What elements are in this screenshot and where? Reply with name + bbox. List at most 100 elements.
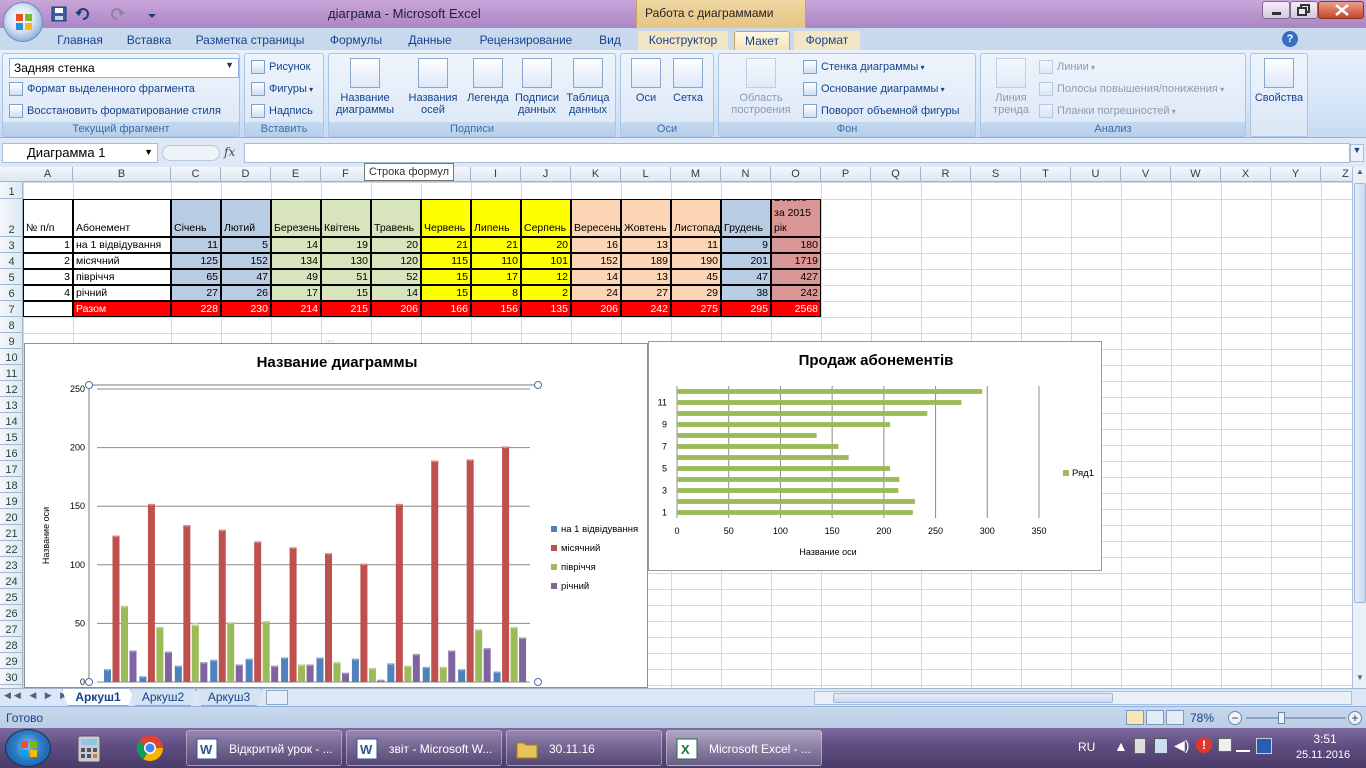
column-header-V[interactable]: V [1121,167,1171,182]
column-header-Q[interactable]: Q [871,167,921,182]
row-header-7[interactable]: 7 [0,301,23,317]
insert-function-button[interactable]: fx [224,145,235,159]
table-cell[interactable]: місячний [73,253,171,269]
total-header[interactable]: Всього за 2015 рік [771,199,821,237]
table-cell[interactable]: 19 [321,237,371,253]
help-icon[interactable]: ? [1282,31,1298,47]
gridlines-button[interactable]: Сетка [667,58,709,104]
chart-wall-button[interactable]: Стенка диаграммы ▾ [801,58,925,76]
table-cell[interactable]: 130 [321,253,371,269]
table-cell[interactable]: 51 [321,269,371,285]
table-header-cell[interactable]: Лютий [221,199,271,237]
customize-qat-icon[interactable] [146,5,164,23]
sheet-tab-1[interactable]: Аркуш1 [62,689,134,706]
redo-icon[interactable] [108,5,126,23]
table-header-cell[interactable]: Квітень [321,199,371,237]
table-header-cell[interactable]: № п/п [23,199,73,237]
table-cell[interactable]: 14 [271,237,321,253]
row-header-9[interactable]: 9 [0,333,23,349]
row-header-6[interactable]: 6 [0,285,23,301]
name-box[interactable]: Диаграмма 1 ▼ [2,143,158,163]
lines-button[interactable]: Линии ▾ [1037,58,1095,76]
undo-icon[interactable] [74,5,92,23]
vertical-scroll-thumb[interactable] [1354,183,1366,603]
format-selection-button[interactable]: Формат выделенного фрагмента [7,80,195,98]
restore-button[interactable] [1290,1,1318,19]
table-cell[interactable]: 14 [571,269,621,285]
signal-icon[interactable] [1236,738,1250,752]
insert-shapes-button[interactable]: Фигуры ▾ [249,80,313,98]
start-button[interactable] [5,729,51,767]
column-header-S[interactable]: S [971,167,1021,182]
axes-button[interactable]: Оси [625,58,667,104]
chart-subscription-sales[interactable]: Продаж абонементів 0 50 100 150 200 250 300 350… [648,341,1102,571]
row-header-4[interactable]: 4 [0,253,23,269]
row-header-22[interactable]: 22 [0,541,23,557]
column-header-L[interactable]: L [621,167,671,182]
table-cell[interactable]: 26 [221,285,271,301]
sum-row-cell[interactable] [23,301,73,317]
table-cell[interactable]: 2 [23,253,73,269]
row-header-23[interactable]: 23 [0,557,23,573]
sum-row-cell[interactable]: 206 [571,301,621,317]
sum-row-cell[interactable]: 206 [371,301,421,317]
table-header-cell[interactable]: Вересень [571,199,621,237]
column-header-W[interactable]: W [1171,167,1221,182]
table-cell[interactable]: 27 [171,285,221,301]
table-cell[interactable]: 24 [571,285,621,301]
chevron-down-icon[interactable]: ▼ [144,147,153,157]
legend-button[interactable]: Легенда [463,58,513,104]
keyboard-icon[interactable] [1256,738,1272,754]
row-header-12[interactable]: 12 [0,381,23,397]
row-header-1[interactable]: 1 [0,182,23,199]
column-header-J[interactable]: J [521,167,571,182]
table-cell[interactable]: 110 [471,253,521,269]
table-cell[interactable]: 16 [571,237,621,253]
table-cell[interactable]: 242 [771,285,821,301]
tab-design[interactable]: Конструктор [638,31,728,50]
table-cell[interactable]: 15 [421,285,471,301]
zoom-out-icon[interactable]: − [1228,711,1242,725]
normal-view-icon[interactable] [1126,710,1144,725]
table-header-cell[interactable]: Липень [471,199,521,237]
table-cell[interactable]: 201 [721,253,771,269]
row-header-19[interactable]: 19 [0,493,23,509]
tab-review[interactable]: Рецензирование [472,31,580,50]
sum-row-cell[interactable]: 135 [521,301,571,317]
table-cell[interactable]: 14 [371,285,421,301]
table-header-cell[interactable]: Жовтень [621,199,671,237]
data-table-button[interactable]: Таблица данных [563,58,613,116]
expand-formula-bar-button[interactable]: ▼ [1350,144,1364,162]
alert-icon[interactable]: ! [1196,737,1212,753]
zoom-slider-track[interactable] [1246,717,1346,719]
row-header-13[interactable]: 13 [0,397,23,413]
horizontal-scroll-thumb[interactable] [833,693,1113,703]
volume-icon[interactable]: ◀) [1174,737,1189,754]
data-labels-button[interactable]: Подписи данных [511,58,563,116]
row-header-14[interactable]: 14 [0,413,23,429]
chart-resize-handle[interactable]: ···· [325,338,345,345]
tray-arrow-icon[interactable]: ▲ [1114,738,1128,754]
row-header-15[interactable]: 15 [0,429,23,445]
sum-row-cell[interactable]: 215 [321,301,371,317]
row-header-28[interactable]: 28 [0,637,23,653]
table-cell[interactable]: 134 [271,253,321,269]
axis-titles-button[interactable]: Названия осей [403,58,463,116]
table-cell[interactable]: 2 [521,285,571,301]
tab-format[interactable]: Формат [794,31,860,50]
language-indicator[interactable]: RU [1078,740,1095,754]
table-cell[interactable]: 8 [471,285,521,301]
table-header-cell[interactable]: Червень [421,199,471,237]
row-header-11[interactable]: 11 [0,365,23,381]
sum-row-cell[interactable]: Разом [73,301,171,317]
table-cell[interactable]: 427 [771,269,821,285]
row-header-25[interactable]: 25 [0,589,23,605]
table-cell[interactable]: 27 [621,285,671,301]
sum-row-cell[interactable]: 295 [721,301,771,317]
row-header-24[interactable]: 24 [0,573,23,589]
table-cell[interactable]: 15 [321,285,371,301]
column-header-C[interactable]: C [171,167,221,182]
page-break-view-icon[interactable] [1166,710,1184,725]
table-header-cell[interactable]: Листопад [671,199,721,237]
table-cell[interactable]: 65 [171,269,221,285]
